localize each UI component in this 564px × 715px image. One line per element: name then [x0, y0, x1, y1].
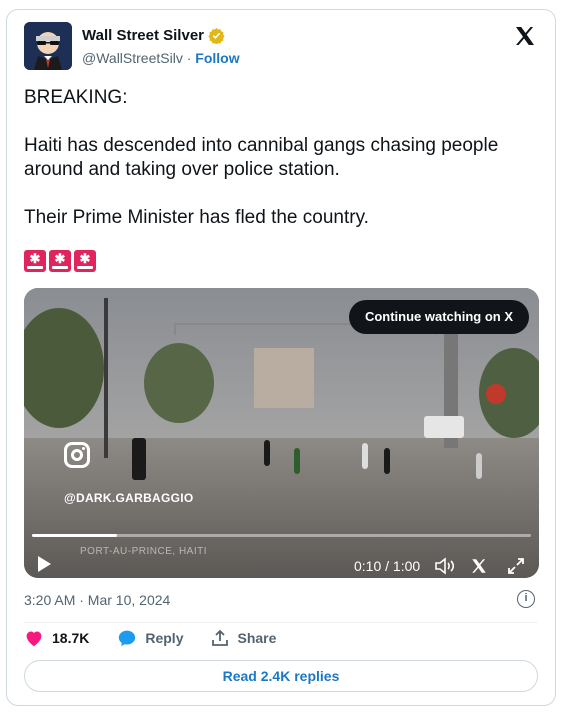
video-progress-fill [32, 534, 117, 537]
video-watermark: @DARK.GARBAGGIO [64, 491, 194, 505]
follow-button[interactable]: Follow [195, 50, 239, 66]
video-scene-road [24, 438, 539, 578]
like-count: 18.7K [52, 630, 90, 646]
instagram-icon [64, 442, 90, 468]
volume-icon[interactable] [434, 557, 456, 575]
like-button[interactable]: 18.7K [24, 629, 89, 647]
avatar-image [24, 22, 72, 70]
police-car-light-icon: ✱ [49, 250, 71, 272]
divider [24, 622, 538, 623]
emoji-row: ✱ ✱ ✱ [24, 250, 96, 272]
video-progress-bar[interactable] [32, 534, 531, 537]
speech-bubble-icon [119, 630, 136, 647]
tweet-card: Wall Street Silver @WallStreetSilv · Fol… [6, 9, 556, 706]
police-car-light-icon: ✱ [24, 250, 46, 272]
video-person [294, 448, 300, 474]
author-name-row: Wall Street Silver [82, 27, 225, 44]
author-handle-row: @WallStreetSilv · Follow [82, 50, 240, 66]
verified-badge-icon [208, 28, 225, 44]
video-tree [144, 343, 214, 423]
video-person [362, 443, 368, 469]
video-truck [424, 416, 464, 438]
handle-separator: · [186, 50, 192, 66]
video-location-caption: PORT-AU-PRINCE, HAITI [80, 546, 207, 557]
video-stop-sign [486, 384, 506, 404]
video-pole [104, 298, 108, 458]
share-button[interactable]: Share [211, 629, 276, 647]
tweet-line-haiti: Haiti has descended into cannibal gangs … [24, 135, 499, 180]
continue-watching-button[interactable]: Continue watching on X [348, 300, 529, 334]
heart-icon [26, 631, 42, 647]
share-icon [212, 629, 229, 646]
reply-label: Reply [145, 630, 184, 646]
x-logo-icon[interactable] [513, 24, 537, 48]
author-handle[interactable]: @WallStreetSilv [82, 50, 183, 66]
info-icon[interactable]: i [517, 590, 535, 608]
video-person [264, 440, 270, 466]
video-timecode: 0:10 / 1:00 [354, 558, 421, 574]
play-icon[interactable] [38, 556, 51, 572]
tweet-line-breaking: BREAKING: [24, 87, 128, 108]
tweet-timestamp[interactable]: 3:20 AM · Mar 10, 2024 [24, 592, 170, 608]
tweet-line-prime-minister: Their Prime Minister has fled the countr… [24, 207, 369, 228]
author-name[interactable]: Wall Street Silver [82, 27, 204, 44]
police-car-light-icon: ✱ [74, 250, 96, 272]
reply-button[interactable]: Reply [117, 629, 183, 647]
video-person [384, 448, 390, 474]
read-replies-button[interactable]: Read 2.4K replies [24, 660, 538, 692]
action-bar: 18.7K Reply Share [24, 629, 276, 647]
video-billboard [254, 348, 314, 408]
video-player[interactable]: Continue watching on X @DARK.GARBAGGIO P… [24, 288, 539, 578]
video-person [132, 438, 146, 480]
tweet-text: BREAKING: Haiti has descended into canni… [24, 86, 539, 230]
fullscreen-icon[interactable] [507, 557, 525, 575]
video-person [476, 453, 482, 479]
avatar[interactable] [24, 22, 72, 70]
x-logo-icon[interactable] [470, 557, 488, 575]
share-label: Share [237, 630, 277, 646]
